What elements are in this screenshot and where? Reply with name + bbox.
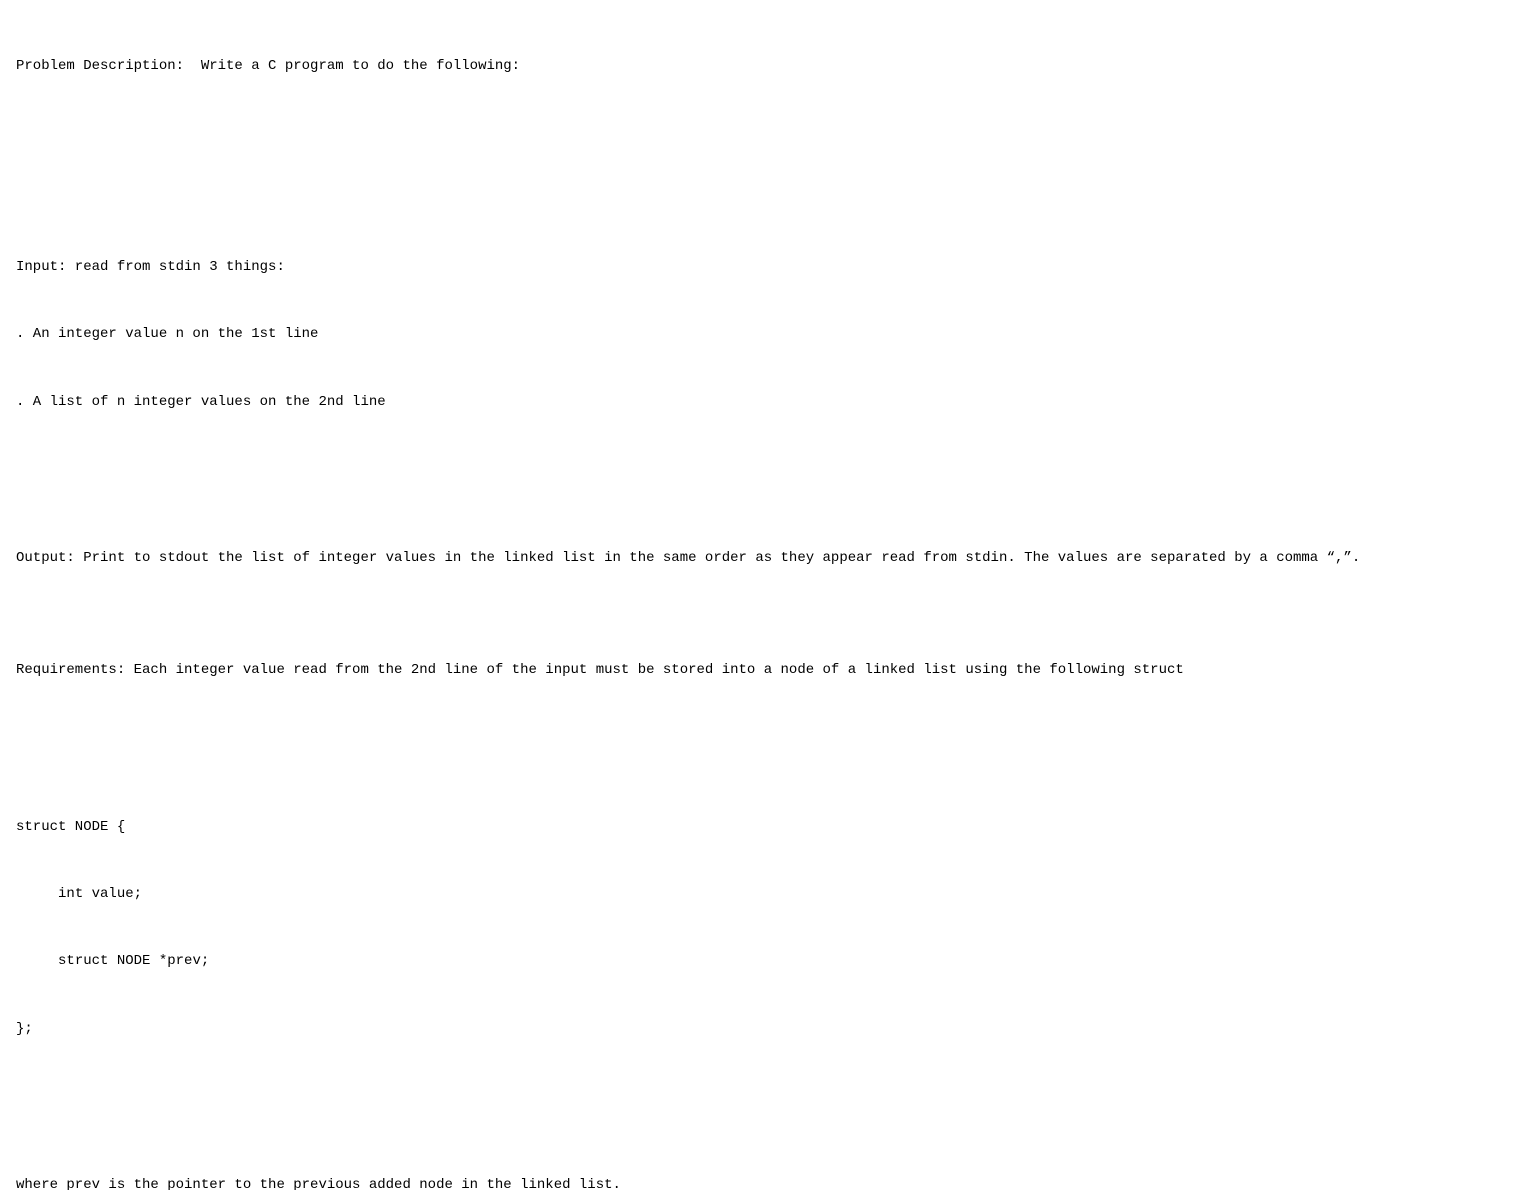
input-section: Input: read from stdin 3 things: . An in… bbox=[16, 212, 1502, 458]
struct-line-1: struct NODE { bbox=[16, 816, 1502, 838]
where-section: where prev is the pointer to the previou… bbox=[16, 1174, 1502, 1190]
requirements-section: Requirements: Each integer value read fr… bbox=[16, 659, 1502, 681]
input-line-1: Input: read from stdin 3 things: bbox=[16, 256, 1502, 278]
struct-line-3: struct NODE *prev; bbox=[16, 950, 1502, 972]
main-content: Problem Description: Write a C program t… bbox=[16, 10, 1502, 1190]
output-section: Output: Print to stdout the list of inte… bbox=[16, 547, 1502, 569]
input-line-3: . A list of n integer values on the 2nd … bbox=[16, 391, 1502, 413]
input-line-2: . An integer value n on the 1st line bbox=[16, 323, 1502, 345]
struct-section: struct NODE { int value; struct NODE *pr… bbox=[16, 771, 1502, 1084]
problem-description: Problem Description: Write a C program t… bbox=[16, 55, 1502, 77]
struct-line-4: }; bbox=[16, 1018, 1502, 1040]
struct-line-2: int value; bbox=[16, 883, 1502, 905]
